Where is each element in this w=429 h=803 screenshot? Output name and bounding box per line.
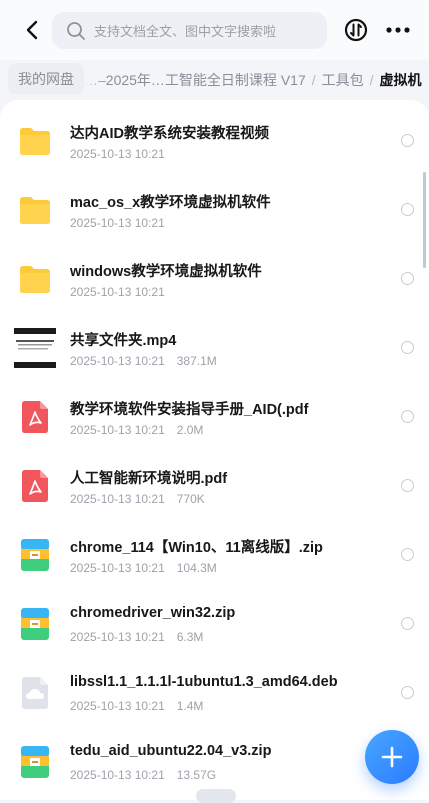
file-row[interactable]: 人工智能新环境说明.pdf 2025-10-13 10:21 770K — [0, 445, 429, 514]
transfer-button[interactable] — [344, 18, 368, 42]
file-name: chrome_114【Win10、11离线版】.zip — [70, 540, 323, 556]
file-name: tedu_aid_ubuntu22.04_v3.zip — [70, 743, 272, 759]
select-radio[interactable] — [401, 479, 414, 492]
file-name: chromedriver_win32.zip — [70, 605, 236, 621]
file-date: 2025-10-13 10:21 — [70, 768, 165, 782]
select-radio[interactable] — [401, 272, 414, 285]
pdf-icon — [17, 399, 53, 435]
file-name: libssl1.1_1.1.1l-1ubuntu1.3_amd64.deb — [70, 674, 338, 690]
file-name: 人工智能新环境说明.pdf — [70, 471, 228, 487]
file-meta: 2025-10-13 10:21 6.3M — [70, 630, 203, 644]
breadcrumb-separator: / — [369, 72, 374, 88]
add-button[interactable] — [365, 730, 419, 784]
folder-icon — [17, 261, 53, 297]
file-size: 13.57G — [176, 768, 217, 782]
breadcrumb-separator: / — [311, 72, 316, 88]
top-bar: 支持文档全文、图中文字搜索啦 — [0, 0, 429, 60]
file-list: 达内AID教学系统安装教程视频 2025-10-13 10:21 mac_os_… — [0, 100, 429, 800]
file-size: 104.3M — [176, 561, 217, 575]
file-name: windows教学环境虚拟机软件 — [70, 264, 262, 280]
file-date: 2025-10-13 10:21 — [70, 492, 165, 506]
search-icon — [66, 21, 86, 41]
archive-icon — [17, 537, 53, 573]
file-meta: 2025-10-13 10:21 770K — [70, 492, 205, 506]
file-date: 2025-10-13 10:21 — [70, 354, 165, 368]
file-size: 1.4M — [176, 699, 204, 713]
file-name: mac_os_x教学环境虚拟机软件 — [70, 195, 271, 211]
breadcrumb-item[interactable]: …–2025年…工智能全日制课程 V17 — [84, 72, 306, 88]
select-radio[interactable] — [401, 203, 414, 216]
file-meta: 2025-10-13 10:21 — [70, 147, 165, 161]
more-button[interactable] — [384, 18, 412, 42]
file-date: 2025-10-13 10:21 — [70, 630, 165, 644]
scrollbar-thumb[interactable] — [423, 172, 426, 268]
file-meta: 2025-10-13 10:21 387.1M — [70, 354, 217, 368]
select-radio[interactable] — [401, 134, 414, 147]
file-size: 6.3M — [176, 630, 204, 644]
breadcrumb-root[interactable]: 我的网盘 — [8, 63, 84, 94]
file-row[interactable]: 教学环境软件安装指导手册_AID(.pdf 2025-10-13 10:21 2.… — [0, 376, 429, 445]
file-size: 2.0M — [176, 423, 204, 437]
file-date: 2025-10-13 10:21 — [70, 561, 165, 575]
search-input[interactable]: 支持文档全文、图中文字搜索啦 — [52, 12, 327, 49]
folder-icon — [17, 192, 53, 228]
file-row[interactable]: 达内AID教学系统安装教程视频 2025-10-13 10:21 — [0, 100, 429, 169]
file-meta: 2025-10-13 10:21 2.0M — [70, 423, 203, 437]
select-radio[interactable] — [401, 686, 414, 699]
breadcrumb-current: 虚拟机 — [379, 72, 422, 88]
archive-icon — [17, 606, 53, 642]
file-meta: 2025-10-13 10:21 — [70, 285, 165, 299]
pdf-icon — [17, 468, 53, 504]
file-name: 教学环境软件安装指导手册_AID(.pdf — [70, 402, 309, 418]
file-meta: 2025-10-13 10:21 — [70, 216, 165, 230]
breadcrumb: …–2025年…工智能全日制课程 V17 / 工具包 / 虚拟机 我的网盘 — [0, 62, 429, 94]
more-dots-icon — [386, 27, 410, 33]
breadcrumb-item[interactable]: 工具包 — [322, 72, 364, 88]
select-radio[interactable] — [401, 341, 414, 354]
transfer-icon — [344, 18, 368, 42]
folder-icon — [17, 123, 53, 159]
file-meta: 2025-10-13 10:21 13.57G — [70, 768, 216, 782]
file-date: 2025-10-13 10:21 — [70, 699, 165, 713]
video-thumbnail-icon — [14, 328, 56, 368]
file-row[interactable]: mac_os_x教学环境虚拟机软件 2025-10-13 10:21 — [0, 169, 429, 238]
file-row[interactable]: chromedriver_win32.zip 2025-10-13 10:21 6… — [0, 583, 429, 652]
file-meta: 2025-10-13 10:21 104.3M — [70, 561, 217, 575]
file-row[interactable]: libssl1.1_1.1.1l-1ubuntu1.3_amd64.deb 20… — [0, 652, 429, 721]
file-date: 2025-10-13 10:21 — [70, 216, 165, 230]
select-radio[interactable] — [401, 548, 414, 561]
back-button[interactable] — [20, 18, 44, 42]
file-row[interactable]: windows教学环境虚拟机软件 2025-10-13 10:21 — [0, 238, 429, 307]
archive-icon — [17, 744, 53, 780]
select-radio[interactable] — [401, 617, 414, 630]
chevron-left-icon — [26, 20, 38, 40]
file-meta: 2025-10-13 10:21 1.4M — [70, 699, 203, 713]
unknown-file-icon — [17, 675, 53, 711]
file-date: 2025-10-13 10:21 — [70, 423, 165, 437]
file-name: 共享文件夹.mp4 — [70, 333, 177, 349]
file-row[interactable]: 共享文件夹.mp4 2025-10-13 10:21 387.1M — [0, 307, 429, 376]
file-date: 2025-10-13 10:21 — [70, 147, 165, 161]
select-radio[interactable] — [401, 410, 414, 423]
file-size: 770K — [176, 492, 205, 506]
bottom-handle[interactable] — [196, 789, 236, 803]
file-date: 2025-10-13 10:21 — [70, 285, 165, 299]
breadcrumb-fade — [84, 62, 106, 94]
search-placeholder: 支持文档全文、图中文字搜索啦 — [94, 24, 277, 39]
file-name: 达内AID教学系统安装教程视频 — [70, 126, 269, 142]
plus-icon — [381, 746, 403, 768]
file-row[interactable]: chrome_114【Win10、11离线版】.zip 2025-10-13 1… — [0, 514, 429, 583]
file-size: 387.1M — [176, 354, 217, 368]
breadcrumb-trail: …–2025年…工智能全日制课程 V17 / 工具包 / 虚拟机 — [84, 70, 422, 90]
